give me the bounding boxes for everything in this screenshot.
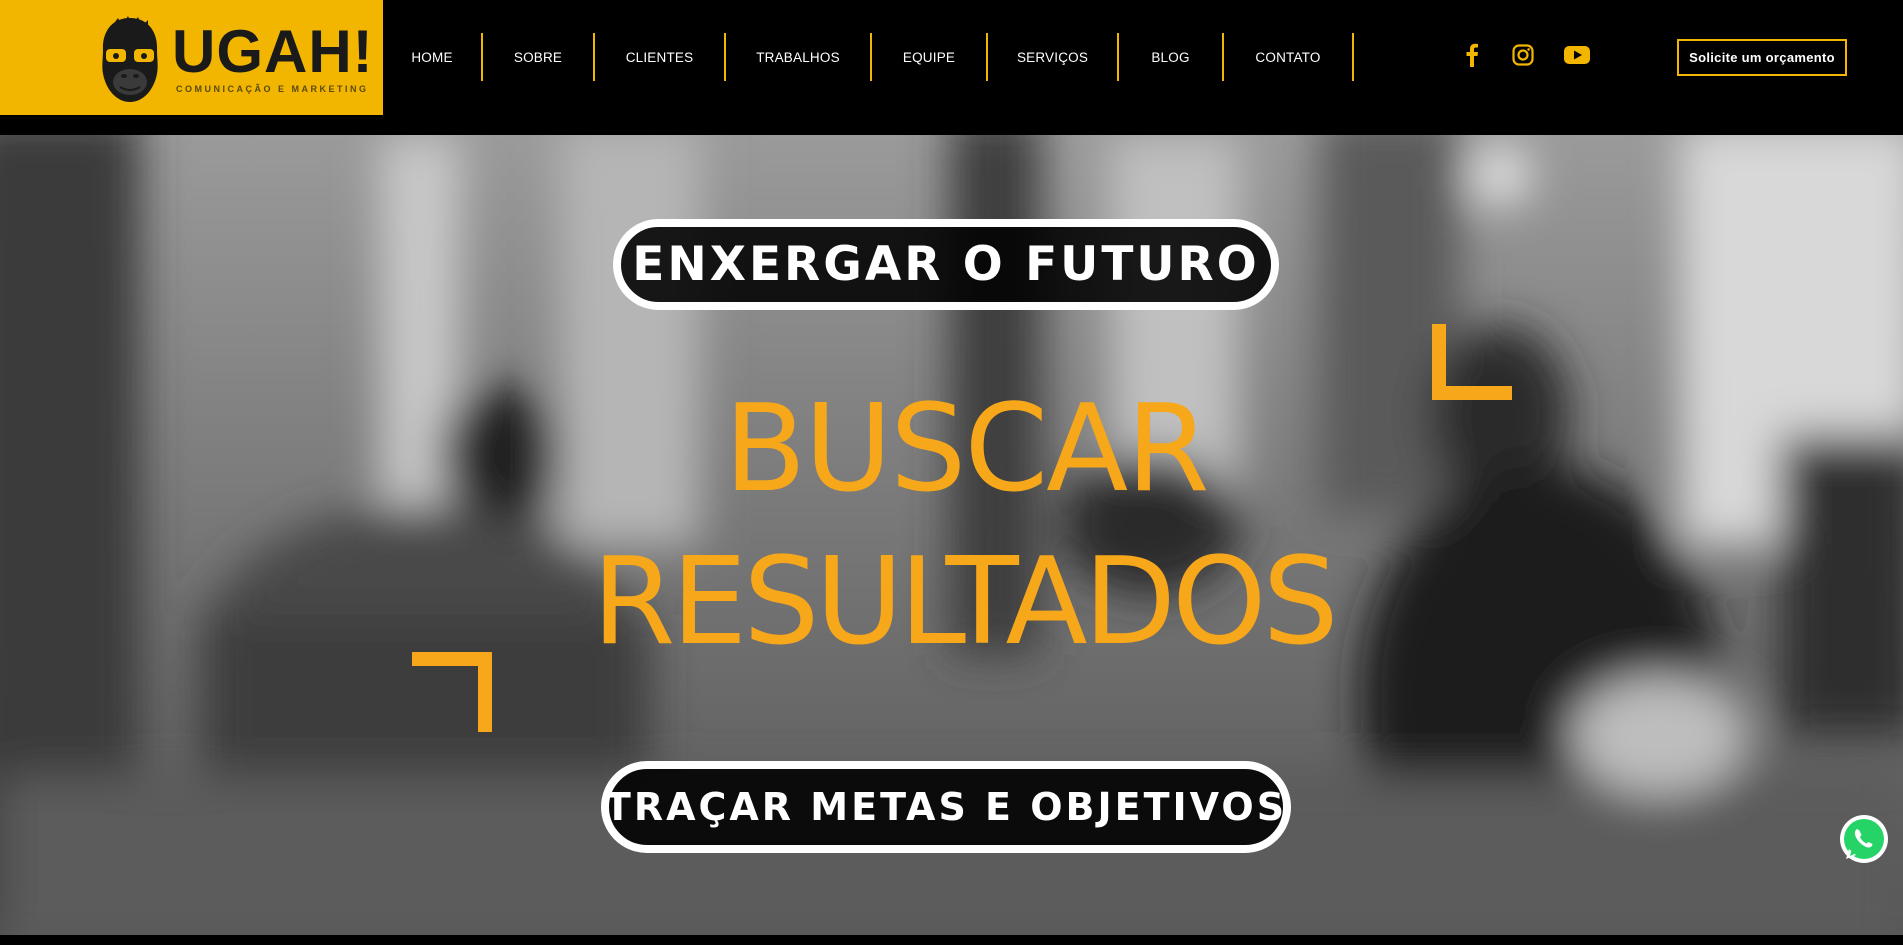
hero-section: ENXERGAR O FUTURO BUSCAR RESULTADOS TRAÇ… <box>0 135 1903 935</box>
nav-sobre[interactable]: SOBRE <box>483 33 595 81</box>
instagram-icon[interactable] <box>1508 40 1538 70</box>
corner-bracket-bottom-left-icon <box>412 652 492 732</box>
facebook-icon[interactable] <box>1457 40 1487 70</box>
nav-clientes[interactable]: CLIENTES <box>595 33 726 81</box>
nav-blog[interactable]: BLOG <box>1119 33 1224 81</box>
whatsapp-icon[interactable] <box>1838 813 1890 865</box>
nav-contato[interactable]: CONTATO <box>1224 33 1354 81</box>
hero-pill-bottom: TRAÇAR METAS E OBJETIVOS <box>601 761 1291 853</box>
youtube-icon[interactable] <box>1560 40 1594 70</box>
hero-headline-line1: BUSCAR <box>724 380 1210 519</box>
site-header: UGAH! COMUNICAÇÃO E MARKETING HOME SOBRE… <box>0 0 1903 135</box>
bottom-bar <box>0 935 1903 945</box>
hero-headline-line2: RESULTADOS <box>592 533 1339 672</box>
brand-tagline: COMUNICAÇÃO E MARKETING <box>176 84 369 94</box>
hero-pill-top: ENXERGAR O FUTURO <box>613 219 1279 310</box>
brand-wordmark: UGAH! <box>172 18 374 85</box>
nav-equipe[interactable]: EQUIPE <box>872 33 988 81</box>
main-nav: HOME SOBRE CLIENTES TRABALHOS EQUIPE SER… <box>383 33 1354 81</box>
ape-with-glasses-icon <box>102 16 158 102</box>
logo-link[interactable]: UGAH! COMUNICAÇÃO E MARKETING <box>0 0 383 115</box>
nav-trabalhos[interactable]: TRABALHOS <box>726 33 872 81</box>
nav-home[interactable]: HOME <box>383 33 483 81</box>
corner-bracket-top-right-icon <box>1432 324 1512 400</box>
request-quote-button[interactable]: Solicite um orçamento <box>1677 39 1847 76</box>
nav-servicos[interactable]: SERVIÇOS <box>988 33 1119 81</box>
